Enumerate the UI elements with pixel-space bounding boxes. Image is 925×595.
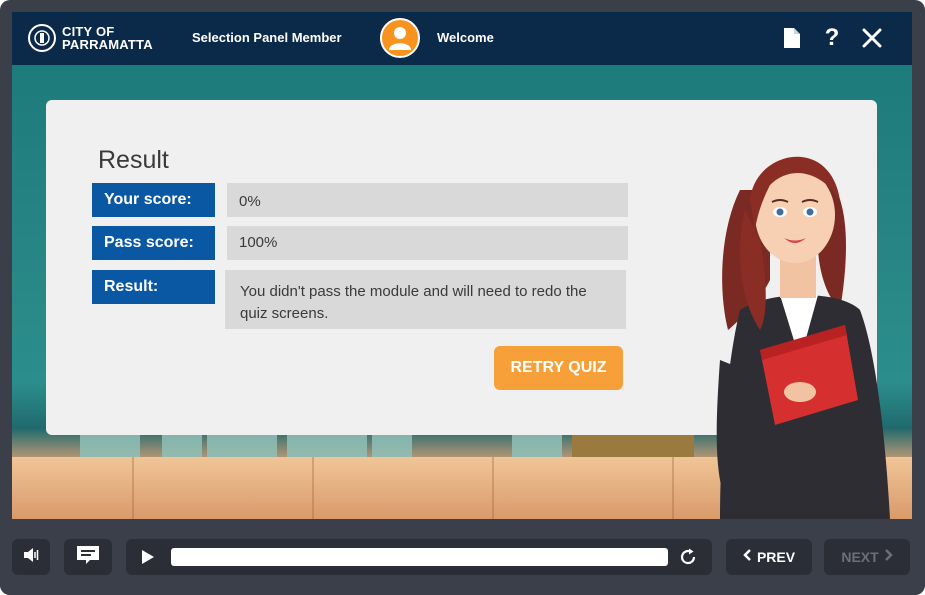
floor-line	[312, 457, 314, 519]
pass-score-value: 100%	[227, 226, 628, 260]
result-title: Result	[98, 146, 169, 174]
floor-line	[492, 457, 494, 519]
chevron-right-icon	[884, 548, 893, 566]
city-logo: CITY OF PARRAMATTA	[28, 22, 153, 54]
progress-track[interactable]	[171, 548, 668, 566]
result-message: You didn't pass the module and will need…	[225, 270, 626, 329]
floor-line	[132, 457, 134, 519]
logo-line2: PARRAMATTA	[62, 37, 153, 52]
prev-button[interactable]: PREV	[726, 539, 812, 575]
captions-button[interactable]	[64, 539, 112, 575]
city-seal-icon	[28, 24, 56, 52]
your-score-label: Your score:	[92, 183, 215, 217]
close-icon[interactable]	[858, 24, 886, 52]
player-controls: PREV NEXT	[0, 519, 925, 595]
help-icon[interactable]: ?	[818, 24, 846, 52]
seek-bar[interactable]	[126, 539, 712, 575]
chevron-left-icon	[743, 548, 751, 566]
document-icon[interactable]	[778, 24, 806, 52]
retry-quiz-button[interactable]: RETRY QUIZ	[494, 346, 623, 390]
welcome-text: Welcome	[437, 30, 494, 45]
volume-button[interactable]	[12, 539, 50, 575]
user-role: Selection Panel Member	[192, 30, 342, 45]
course-player: CITY OF PARRAMATTA Selection Panel Membe…	[0, 0, 925, 595]
pass-score-label: Pass score:	[92, 226, 215, 260]
volume-icon	[22, 547, 40, 568]
next-label: NEXT	[841, 549, 879, 565]
replay-icon[interactable]	[678, 547, 698, 572]
play-icon[interactable]	[140, 549, 156, 570]
header-bar: CITY OF PARRAMATTA Selection Panel Membe…	[12, 12, 912, 65]
result-label: Result:	[92, 270, 215, 304]
your-score-value: 0%	[227, 183, 628, 217]
floor-line	[672, 457, 674, 519]
next-button[interactable]: NEXT	[824, 539, 910, 575]
captions-icon	[75, 544, 101, 571]
prev-label: PREV	[756, 549, 796, 565]
presenter-character	[700, 130, 900, 519]
user-avatar-icon[interactable]	[380, 18, 420, 58]
